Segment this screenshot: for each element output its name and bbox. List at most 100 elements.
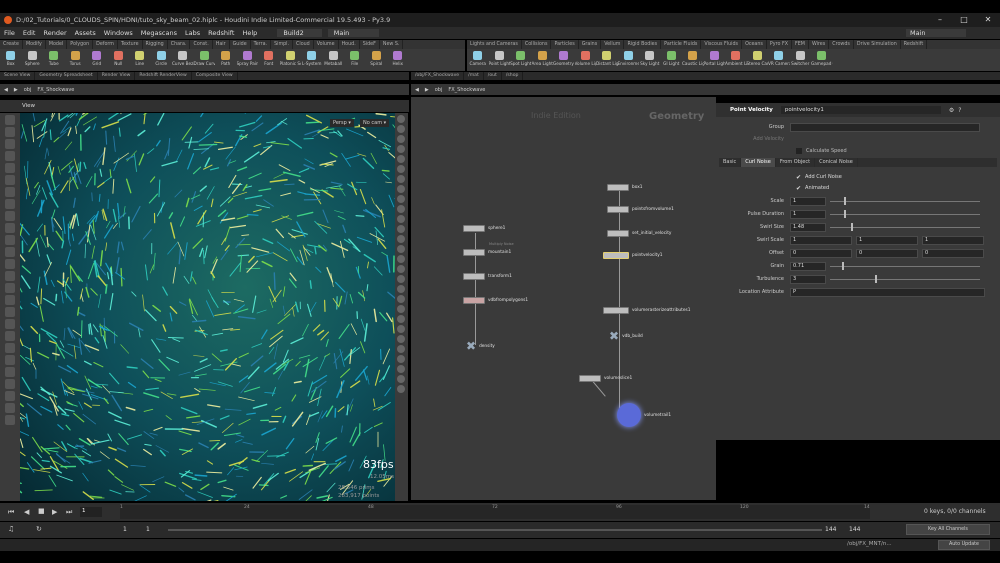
display-option-icon[interactable]	[397, 125, 405, 133]
display-option-icon[interactable]	[397, 245, 405, 253]
menu-edit[interactable]: Edit	[19, 29, 40, 37]
shelf-tab-hair[interactable]: Hair	[213, 40, 230, 49]
close-button[interactable]: ✕	[976, 13, 1000, 27]
shelf-tab-grains[interactable]: Grains	[579, 40, 602, 49]
viewport[interactable]: Persp ▾ No cam ▾ 83fps 12.05ms 28,546 pr…	[20, 113, 395, 501]
back-arrow-icon[interactable]: ◀	[415, 87, 419, 93]
shelf-tab-lights-and-cameras[interactable]: Lights and Cameras	[467, 40, 522, 49]
menu-render[interactable]: Render	[39, 29, 70, 37]
param-slider[interactable]	[830, 210, 980, 218]
minimize-button[interactable]: –	[928, 13, 952, 27]
shelf-tab-cloud[interactable]: Cloud	[293, 40, 314, 49]
viewport-tool-icon[interactable]	[5, 343, 15, 353]
play-reverse-icon[interactable]: ◀	[24, 508, 29, 516]
shelf-tab-wires[interactable]: Wires	[809, 40, 830, 49]
viewport-tool-icon[interactable]	[5, 403, 15, 413]
path-node[interactable]: FX_Shockwave	[37, 87, 74, 93]
param-slider[interactable]	[830, 197, 980, 205]
viewport-tool-icon[interactable]	[5, 247, 15, 257]
display-option-icon[interactable]	[397, 185, 405, 193]
pane-tab-out[interactable]: /out	[484, 72, 502, 80]
shelf-tool-null[interactable]: Null	[108, 49, 130, 71]
key-all-channels-button[interactable]: Key All Channels	[906, 524, 990, 535]
shelf-tool-spiral[interactable]: Spiral	[366, 49, 388, 71]
pane-tab-mat[interactable]: /mat	[464, 72, 484, 80]
network-path-node[interactable]: FX_Shockwave	[448, 87, 485, 93]
shelf-tool-tube[interactable]: Tube	[43, 49, 65, 71]
maximize-button[interactable]: □	[952, 13, 976, 27]
shelf-tab-deform[interactable]: Deform	[93, 40, 118, 49]
audio-icon[interactable]: ♫	[8, 525, 14, 533]
display-option-icon[interactable]	[397, 305, 405, 313]
shelf-tool-distant-light[interactable]: Distant Light	[596, 49, 618, 71]
add-curl-noise-checkbox[interactable]: ✔	[796, 174, 801, 181]
shelf-tool-curve-bezier[interactable]: Curve Bezier	[172, 49, 194, 71]
shelf-tab-drive-simulation[interactable]: Drive Simulation	[854, 40, 901, 49]
shelf-tab-modify[interactable]: Modify	[23, 40, 46, 49]
node-vdb-build[interactable]: ✖ vdb_build	[609, 330, 643, 342]
main-layout-select[interactable]: Main	[906, 29, 966, 37]
param-slider[interactable]	[830, 223, 980, 231]
node-box1[interactable]: box1	[607, 182, 643, 192]
viewport-tool-icon[interactable]	[5, 199, 15, 209]
play-icon[interactable]: ▶	[52, 508, 57, 516]
shelf-tool-sky-light[interactable]: Sky Light	[639, 49, 661, 71]
display-option-icon[interactable]	[397, 175, 405, 183]
shelf-tool-metaball[interactable]: Metaball	[323, 49, 345, 71]
shelf-tab-rigid-bodies[interactable]: Rigid Bodies	[624, 40, 662, 49]
shelf-tool-camera[interactable]: Camera	[467, 49, 489, 71]
param-field[interactable]: 0.71	[790, 261, 826, 271]
viewport-tool-icon[interactable]	[5, 283, 15, 293]
node-name-field[interactable]: pointvelocity1	[780, 106, 941, 114]
display-option-icon[interactable]	[397, 345, 405, 353]
shelf-tool-spot-light[interactable]: Spot Light	[510, 49, 532, 71]
pane-tab-shop[interactable]: /shop	[502, 72, 524, 80]
tab-basic[interactable]: Basic	[719, 158, 742, 167]
param-field[interactable]: 1.48	[790, 222, 826, 232]
display-option-icon[interactable]	[397, 335, 405, 343]
param-field[interactable]: 1	[790, 196, 826, 206]
node-pointsfromvolume1[interactable]: pointsfromvolume1	[607, 204, 674, 214]
display-option-icon[interactable]	[397, 275, 405, 283]
param-slider[interactable]	[830, 262, 980, 270]
timeline[interactable]: ⏮ ◀ ■ ▶ ⏭ 1 1 24 48 72 96 120 14 0 keys, 0/0 c…	[0, 503, 1000, 521]
param-field-y[interactable]: 0	[856, 248, 918, 258]
param-field-z[interactable]: 1	[922, 235, 984, 245]
display-option-icon[interactable]	[397, 215, 405, 223]
shelf-tab-crowds[interactable]: Crowds	[829, 40, 854, 49]
shelf-tool-switcher[interactable]: Switcher	[790, 49, 812, 71]
range-start-2[interactable]: 1	[146, 526, 150, 533]
camera-menu[interactable]: No cam ▾	[360, 119, 390, 127]
viewport-tool-icon[interactable]	[5, 307, 15, 317]
viewport-tool-icon[interactable]	[5, 331, 15, 341]
display-option-icon[interactable]	[397, 255, 405, 263]
shelf-tab-create[interactable]: Create	[0, 40, 23, 49]
menu-file[interactable]: File	[0, 29, 19, 37]
shelf-tab-terra[interactable]: Terra.	[251, 40, 272, 49]
viewport-tool-icon[interactable]	[5, 295, 15, 305]
shelf-tool-l-system[interactable]: L-System	[301, 49, 323, 71]
group-field[interactable]	[790, 122, 980, 132]
shelf-tab-polygon[interactable]: Polygon	[67, 40, 94, 49]
forward-arrow-icon[interactable]: ▶	[425, 87, 429, 93]
shelf-tool-gamepad-camera[interactable]: Gamepad Camera	[811, 49, 833, 71]
viewport-tool-icon[interactable]	[5, 415, 15, 425]
node-volumetrail1[interactable]: volumetrail1	[617, 403, 671, 427]
loop-icon[interactable]: ↻	[36, 525, 42, 533]
shelf-tab-texture[interactable]: Texture	[118, 40, 143, 49]
display-option-icon[interactable]	[397, 265, 405, 273]
viewport-tool-icon[interactable]	[5, 319, 15, 329]
node-vdbfrompolygons1[interactable]: vdbfrompolygons1	[463, 295, 528, 305]
shelf-tool-platonic-solids[interactable]: Platonic Solids	[280, 49, 301, 71]
pane-tab-scene-view[interactable]: Scene View	[0, 72, 36, 80]
shelf-tool-file[interactable]: File	[344, 49, 366, 71]
main-desktop-select[interactable]: Main	[327, 29, 380, 37]
shelf-tab-oceans[interactable]: Oceans	[742, 40, 767, 49]
tab-curl-noise[interactable]: Curl Noise	[741, 158, 776, 167]
node-volumeslice1[interactable]: volumeslice1	[579, 373, 632, 383]
shelf-tab-const[interactable]: Const.	[190, 40, 213, 49]
menu-redshift[interactable]: Redshift	[204, 29, 238, 37]
node-mountain1[interactable]: mountain1	[463, 247, 511, 257]
viewport-tool-icon[interactable]	[5, 151, 15, 161]
shelf-tool-torus[interactable]: Torus	[65, 49, 87, 71]
